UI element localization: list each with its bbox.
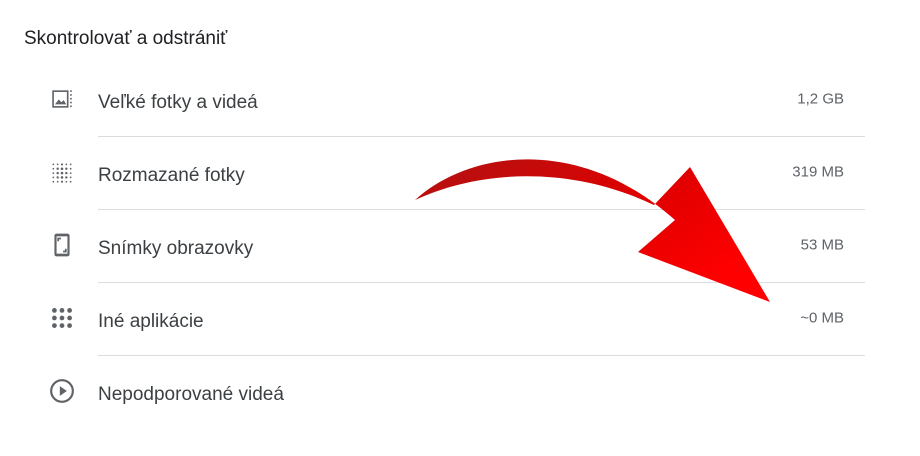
- apps-grid-icon: [48, 304, 76, 332]
- list-item-label: Iné aplikácie: [98, 310, 204, 332]
- list-item-size: 53 MB: [800, 236, 844, 253]
- list-item-unsupported-videos[interactable]: Nepodporované videá: [0, 356, 920, 429]
- large-photo-icon: [48, 85, 76, 113]
- list-item-screenshots[interactable]: Snímky obrazovky 53 MB: [0, 210, 920, 283]
- list-item-blurry-photos[interactable]: Rozmazané fotky 319 MB: [0, 137, 920, 210]
- list-item-size: ~0 MB: [800, 309, 844, 326]
- list-item-label: Nepodporované videá: [98, 383, 284, 405]
- list-item-size: 319 MB: [792, 163, 844, 180]
- play-circle-icon: [48, 377, 76, 405]
- list-item-large-photos[interactable]: Veľké fotky a videá 1,2 GB: [0, 64, 920, 137]
- section-title: Skontrolovať a odstrániť: [24, 28, 228, 49]
- list-item-other-apps[interactable]: Iné aplikácie ~0 MB: [0, 283, 920, 356]
- list-item-label: Veľké fotky a videá: [98, 91, 258, 113]
- list-item-label: Snímky obrazovky: [98, 237, 254, 259]
- review-list: Veľké fotky a videá 1,2 GB Rozmazané fot…: [0, 64, 920, 429]
- list-item-size: 1,2 GB: [797, 90, 844, 107]
- blurry-photo-icon: [48, 158, 76, 186]
- screenshot-icon: [48, 231, 76, 259]
- list-item-label: Rozmazané fotky: [98, 164, 245, 186]
